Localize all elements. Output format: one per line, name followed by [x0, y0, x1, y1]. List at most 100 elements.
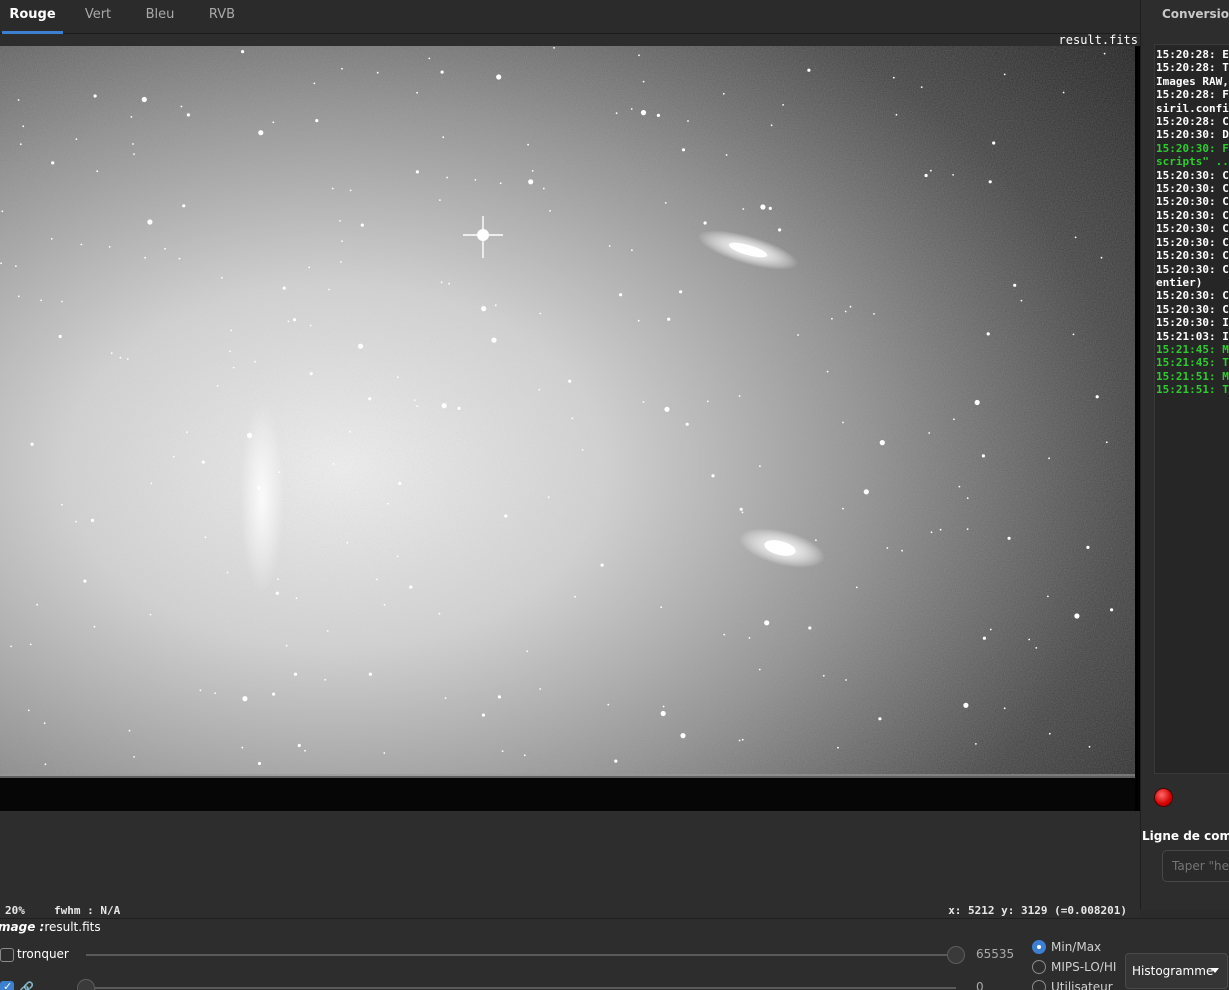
tab-rouge[interactable]: Rouge	[2, 0, 63, 34]
star	[849, 305, 852, 308]
log-line: 15:21:51: T	[1156, 383, 1229, 397]
star	[527, 143, 529, 146]
star	[254, 360, 256, 363]
star	[247, 432, 253, 439]
star	[448, 282, 450, 285]
star	[440, 281, 443, 284]
star	[398, 481, 402, 485]
star	[313, 82, 316, 85]
chevron-down-icon	[1211, 968, 1219, 973]
star	[539, 312, 542, 315]
scale-user-radio[interactable]	[1032, 980, 1046, 990]
log-line: Images RAW,	[1156, 74, 1229, 88]
star	[778, 228, 782, 232]
star	[292, 318, 297, 322]
log-console[interactable]: 15:20:28: E 15:20:28: T Images RAW, 15:20:2…	[1154, 44, 1229, 774]
link-icon: 🔗	[19, 981, 34, 990]
star	[29, 643, 32, 646]
star	[975, 743, 977, 745]
link-checkbox[interactable]	[0, 980, 14, 990]
star	[739, 507, 743, 511]
star	[547, 496, 550, 499]
scale-user-label: Utilisateur	[1051, 980, 1113, 990]
star	[58, 334, 62, 339]
scale-minmax-radio[interactable]	[1032, 940, 1046, 954]
star	[523, 754, 526, 757]
star	[241, 50, 245, 54]
low-slider-track[interactable]	[86, 987, 956, 989]
tab-vert[interactable]: Vert	[72, 0, 124, 34]
star	[257, 486, 261, 490]
console-pane: Conversion 15:20:28: E15:20:28: TImages …	[1140, 0, 1229, 910]
star	[952, 174, 954, 176]
star	[242, 696, 248, 702]
star	[930, 169, 932, 172]
star	[324, 678, 327, 681]
star	[216, 384, 219, 387]
star	[723, 633, 726, 636]
star	[679, 290, 683, 294]
star	[133, 153, 135, 155]
star	[807, 68, 811, 72]
high-slider-track[interactable]	[86, 954, 956, 956]
star	[631, 249, 633, 252]
star	[1007, 536, 1011, 540]
tab-conversion[interactable]: Conversion	[1162, 7, 1229, 21]
scale-mips-label: MIPS-LO/HI	[1051, 960, 1117, 974]
star	[660, 606, 663, 609]
star	[108, 246, 111, 248]
star	[61, 503, 63, 506]
star	[119, 356, 122, 359]
image-pane: Rouge Vert Bleu RVB result.fits 20% fwhm…	[0, 0, 1140, 918]
image-viewport[interactable]	[0, 46, 1140, 811]
star	[75, 520, 77, 523]
star	[1095, 395, 1099, 399]
tab-rvb[interactable]: RVB	[196, 0, 248, 34]
star	[760, 204, 766, 210]
image-label-value: result.fits	[44, 920, 101, 934]
star	[226, 571, 229, 574]
star	[416, 91, 418, 94]
star	[360, 223, 364, 227]
star	[1003, 73, 1006, 76]
star	[164, 247, 166, 250]
star	[808, 626, 812, 630]
log-line: 15:20:30: C	[1156, 262, 1229, 276]
star	[989, 628, 992, 631]
star	[496, 74, 502, 80]
star	[939, 528, 942, 531]
star	[178, 257, 181, 260]
star	[901, 549, 903, 552]
star	[815, 539, 817, 542]
star	[571, 417, 574, 420]
star	[1088, 745, 1091, 748]
star	[491, 337, 497, 343]
star	[17, 295, 20, 298]
star	[680, 733, 686, 739]
star	[981, 454, 986, 458]
histogram-dropdown-button[interactable]: Histogramme	[1125, 953, 1228, 989]
star	[368, 672, 372, 676]
star	[966, 497, 969, 499]
star	[494, 304, 497, 307]
scale-mips-radio[interactable]	[1032, 960, 1046, 974]
log-line: 15:21:51: M	[1156, 369, 1229, 383]
star	[542, 187, 545, 190]
star	[738, 395, 741, 397]
star	[413, 399, 416, 401]
star	[201, 460, 205, 464]
command-input[interactable]	[1162, 850, 1229, 882]
tab-bleu[interactable]: Bleu	[133, 0, 187, 34]
command-line-title: Ligne de comm	[1142, 829, 1229, 843]
star	[1100, 256, 1103, 259]
star	[504, 514, 508, 518]
star	[438, 612, 441, 615]
high-slider-handle[interactable]	[947, 946, 965, 964]
star	[442, 136, 445, 139]
stop-record-button[interactable]	[1155, 789, 1172, 806]
low-slider-handle[interactable]	[77, 979, 95, 990]
tronquer-checkbox[interactable]	[0, 948, 14, 962]
log-line: 15:20:30: C	[1156, 289, 1229, 303]
astro-image[interactable]	[0, 46, 1135, 811]
star	[214, 692, 217, 694]
